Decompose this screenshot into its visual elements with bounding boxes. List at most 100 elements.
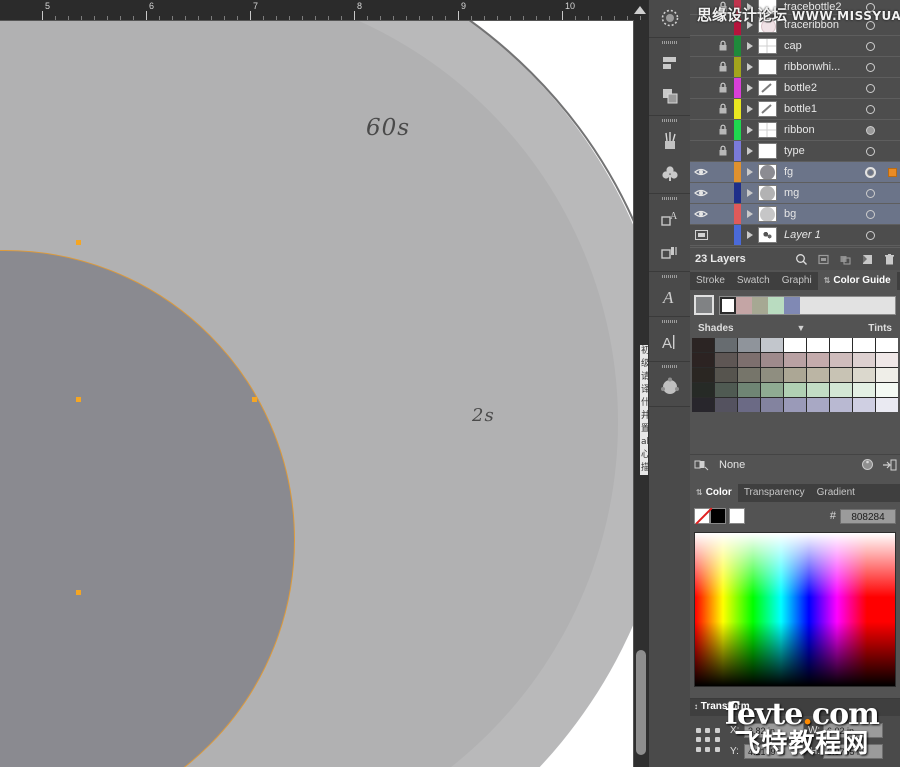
table-row[interactable]: bg — [690, 204, 900, 225]
layers-list[interactable]: tracebottle2traceribboncapribbonwhi...bo… — [690, 0, 900, 246]
color-guide-swatch[interactable] — [738, 398, 760, 412]
table-row[interactable]: Layer 1 — [690, 225, 900, 246]
color-guide-swatch[interactable] — [876, 398, 898, 412]
hex-field-group[interactable]: # 808284 — [830, 509, 896, 524]
eye-icon[interactable] — [690, 99, 712, 119]
w-input[interactable]: 6.02 in — [823, 723, 883, 738]
color-guide-swatch[interactable] — [807, 383, 829, 397]
harmony-swatch[interactable] — [752, 297, 768, 314]
target-indicator[interactable] — [856, 21, 884, 30]
tints-shades-grid[interactable] — [692, 338, 898, 412]
panel-icon-dock[interactable]: A A A — [648, 0, 691, 767]
lock-icon[interactable] — [712, 204, 734, 224]
color-guide-swatch[interactable] — [853, 383, 875, 397]
layer-name[interactable]: type — [784, 141, 856, 161]
table-row[interactable]: tracebottle2 — [690, 0, 900, 15]
color-guide-swatch[interactable] — [761, 368, 783, 382]
color-guide-swatch[interactable] — [715, 368, 737, 382]
layer-name[interactable]: bottle2 — [784, 78, 856, 98]
table-row[interactable]: ribbon — [690, 120, 900, 141]
layer-name[interactable]: bg — [784, 204, 856, 224]
layer-name[interactable]: Layer 1 — [784, 225, 856, 245]
lock-icon[interactable] — [712, 162, 734, 182]
search-icon[interactable] — [790, 248, 812, 270]
color-guide-swatch[interactable] — [784, 383, 806, 397]
color-guide-swatch[interactable] — [761, 398, 783, 412]
dock-grip[interactable] — [649, 195, 691, 202]
color-guide-swatch[interactable] — [715, 338, 737, 352]
harmony-swatch[interactable] — [736, 297, 752, 314]
black-swatch[interactable] — [710, 508, 726, 524]
base-color-swatch[interactable] — [694, 295, 714, 315]
h-input[interactable]: 6.0765 in — [823, 744, 883, 759]
eye-icon[interactable] — [690, 162, 712, 182]
chevron-right-icon[interactable] — [741, 36, 758, 56]
harmony-swatch[interactable] — [768, 297, 784, 314]
color-guide-header[interactable] — [690, 290, 900, 320]
color-guide-swatch[interactable] — [738, 338, 760, 352]
anchor-point-center[interactable] — [76, 397, 81, 402]
pathfinder-icon[interactable] — [649, 79, 691, 112]
tab-stroke[interactable]: Stroke — [690, 272, 731, 290]
target-ring-icon[interactable] — [866, 210, 875, 219]
type-tool-icon[interactable]: A — [649, 325, 691, 358]
table-row[interactable]: traceribbon — [690, 15, 900, 36]
3d-rotate-icon[interactable] — [649, 370, 691, 403]
club-symbol-icon[interactable] — [649, 157, 691, 190]
eye-icon[interactable] — [690, 120, 712, 140]
color-guide-swatch[interactable] — [807, 398, 829, 412]
tab-swatch[interactable]: Swatch — [731, 272, 776, 290]
target-indicator[interactable] — [856, 189, 884, 198]
eye-icon[interactable] — [690, 36, 712, 56]
hex-input[interactable]: 808284 — [840, 509, 896, 524]
none-swatch-icon[interactable] — [694, 508, 710, 524]
color-guide-tabbar[interactable]: StrokeSwatchGraphi⇅Color Guide — [690, 272, 900, 290]
eye-icon[interactable] — [690, 183, 712, 203]
color-guide-swatch[interactable] — [692, 368, 714, 382]
layer-name[interactable]: mg — [784, 183, 856, 203]
color-guide-swatch[interactable] — [853, 338, 875, 352]
eye-icon[interactable] — [690, 15, 712, 35]
color-panel[interactable]: ⇅ColorTransparencyGradient # 808284 — [690, 484, 900, 699]
selected-art-square[interactable] — [888, 168, 897, 177]
target-indicator[interactable] — [856, 147, 884, 156]
triangle-up-icon[interactable] — [634, 6, 646, 14]
table-row[interactable]: fg — [690, 162, 900, 183]
layers-panel-footer[interactable]: 23 Layers — [690, 247, 900, 270]
target-ring-icon[interactable] — [866, 231, 875, 240]
target-ring-icon[interactable] — [866, 189, 875, 198]
target-indicator[interactable] — [856, 3, 884, 12]
white-swatch[interactable] — [729, 508, 745, 524]
eye-icon[interactable] — [690, 57, 712, 77]
color-guide-swatch[interactable] — [738, 368, 760, 382]
target-ring-icon[interactable] — [866, 105, 875, 114]
lock-icon[interactable] — [712, 36, 734, 56]
layer-name[interactable]: fg — [784, 162, 856, 182]
layer-name[interactable]: bottle1 — [784, 99, 856, 119]
target-ring-icon[interactable] — [866, 147, 875, 156]
template-icon[interactable] — [690, 225, 712, 245]
selection-indicator[interactable] — [884, 168, 900, 177]
dock-grip[interactable] — [649, 39, 691, 46]
transform-panel-title[interactable]: ↕ Transform — [690, 699, 900, 716]
color-guide-swatch[interactable] — [853, 398, 875, 412]
target-indicator[interactable] — [856, 42, 884, 51]
chevron-right-icon[interactable] — [741, 15, 758, 35]
color-guide-swatch[interactable] — [692, 338, 714, 352]
lock-icon[interactable] — [712, 57, 734, 77]
color-group-icon[interactable] — [690, 454, 712, 476]
transform-fields[interactable]: X: 3.82 in W: 6.02 in Y: 4.2139 in H: 6.… — [730, 720, 896, 762]
layers-panel[interactable]: tracebottle2traceribboncapribbonwhi...bo… — [690, 0, 900, 270]
layer-name[interactable]: ribbon — [784, 120, 856, 140]
color-guide-swatch[interactable] — [738, 353, 760, 367]
target-indicator[interactable] — [856, 63, 884, 72]
lock-icon[interactable] — [712, 99, 734, 119]
reference-point-grid-icon[interactable] — [696, 728, 722, 754]
color-guide-swatch[interactable] — [784, 368, 806, 382]
character-icon[interactable]: A — [649, 280, 691, 313]
color-guide-swatch[interactable] — [853, 368, 875, 382]
anchor-point-top[interactable] — [76, 240, 81, 245]
target-indicator[interactable] — [856, 210, 884, 219]
dock-grip[interactable] — [649, 363, 691, 370]
harmony-swatch[interactable] — [720, 297, 736, 314]
